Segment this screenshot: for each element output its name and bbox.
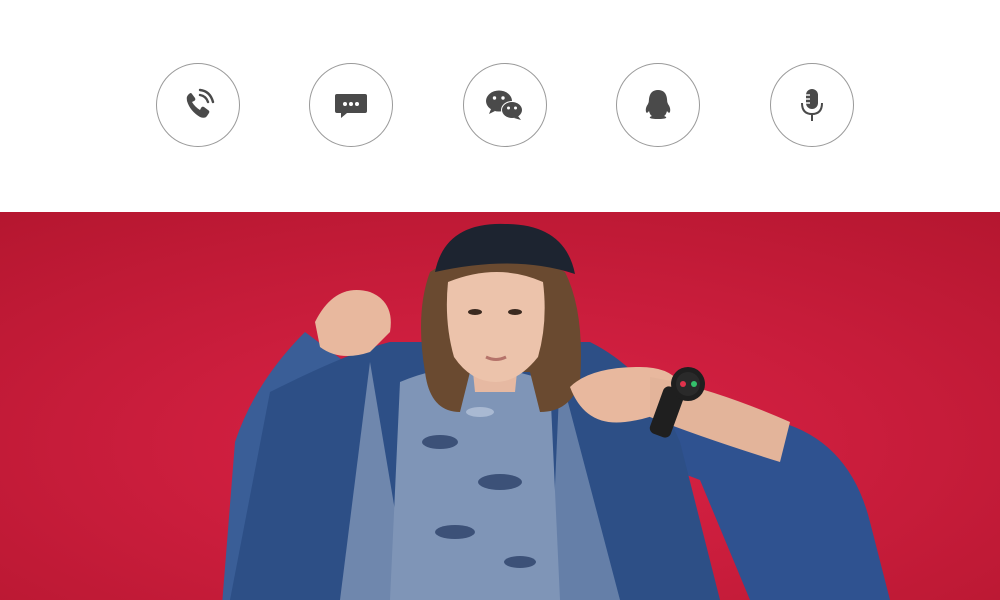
phone-label xyxy=(156,157,242,171)
qq-circle[interactable] xyxy=(616,63,700,147)
microphone-icon xyxy=(801,89,823,121)
wechat-icon xyxy=(486,90,523,120)
feature-wechat[interactable] xyxy=(463,63,549,173)
feature-voice[interactable] xyxy=(770,63,856,173)
watch-accept-button xyxy=(691,381,697,387)
camo-patch xyxy=(478,474,522,490)
phone-circle[interactable] xyxy=(156,63,240,147)
qq-label xyxy=(616,157,702,171)
voice-circle[interactable] xyxy=(770,63,854,147)
message-circle[interactable] xyxy=(309,63,393,147)
wechat-label xyxy=(463,157,549,171)
voice-label xyxy=(770,157,856,171)
face xyxy=(446,272,545,382)
feature-icon-row xyxy=(0,0,1000,212)
message-label xyxy=(309,157,395,171)
phone-call-icon xyxy=(186,88,215,118)
camo-patch xyxy=(435,525,475,539)
right-eye xyxy=(508,309,522,315)
left-eye xyxy=(468,309,482,315)
qq-icon xyxy=(645,90,671,119)
camo-shirt xyxy=(390,367,560,600)
feature-message[interactable] xyxy=(309,63,395,173)
camo-patch xyxy=(422,435,458,449)
camo-patch xyxy=(504,556,536,568)
watch-decline-button xyxy=(680,381,686,387)
model-wearing-smartwatch-image xyxy=(0,212,1000,600)
message-icon xyxy=(335,94,367,118)
feature-qq[interactable] xyxy=(616,63,702,173)
feature-phone[interactable] xyxy=(156,63,242,173)
hero-banner-photo xyxy=(0,212,1000,600)
wechat-circle[interactable] xyxy=(463,63,547,147)
camo-patch xyxy=(466,407,494,417)
